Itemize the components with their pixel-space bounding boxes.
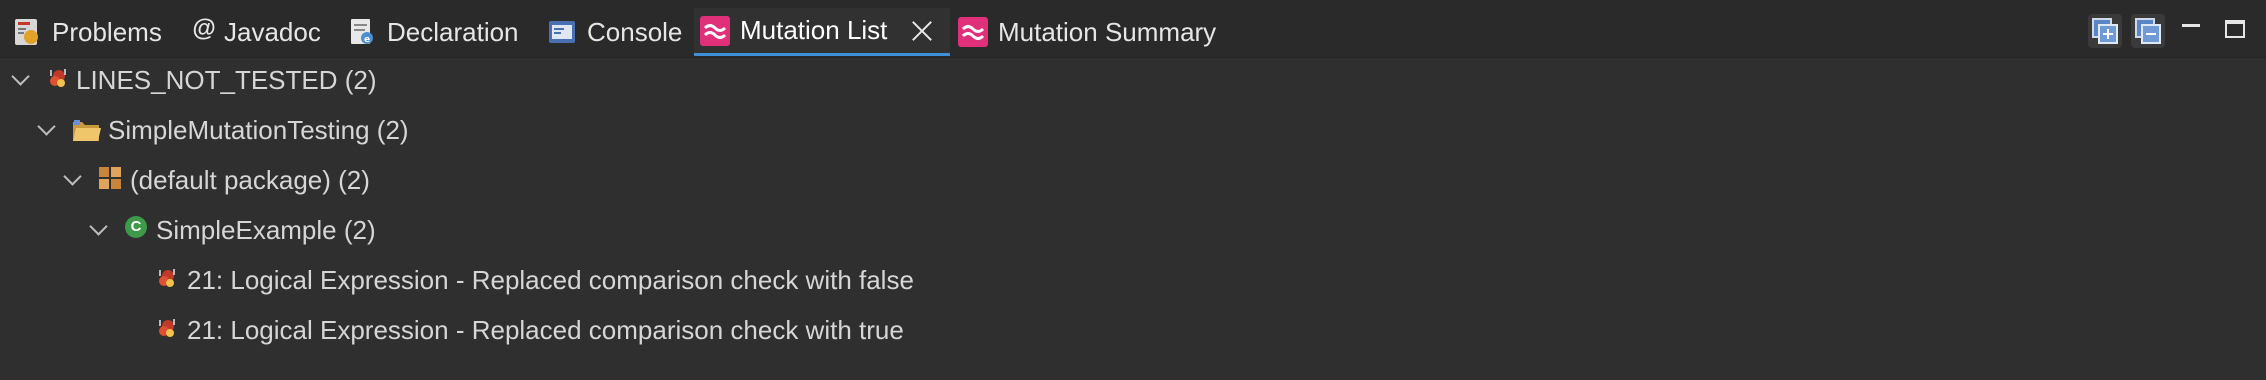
collapse-all-icon [2135, 18, 2161, 44]
mutation-icon [958, 17, 988, 47]
mutation-view-panel: Problems @ Javadoc e Declaration Console… [0, 0, 2266, 380]
expand-all-icon [2092, 18, 2118, 44]
minimize-button[interactable] [2176, 14, 2206, 44]
chevron-down-icon[interactable] [88, 219, 110, 241]
tab-problems[interactable]: Problems [12, 8, 162, 56]
tree-label: (default package) (2) [130, 164, 370, 195]
collapse-all-button[interactable] [2131, 14, 2165, 48]
tab-declaration[interactable]: e Declaration [347, 8, 519, 56]
tree-label: 21: Logical Expression - Replaced compar… [187, 314, 904, 345]
tab-mutation-list[interactable]: Mutation List [694, 8, 950, 56]
declaration-icon: e [347, 17, 377, 47]
tab-label: Javadoc [224, 16, 321, 47]
mutant-icon [46, 66, 70, 94]
minimize-icon [2182, 24, 2200, 27]
tree-node-package[interactable]: (default package) (2) [62, 160, 370, 200]
tree-label: SimpleExample (2) [156, 214, 376, 245]
maximize-icon [2225, 20, 2245, 38]
tab-javadoc[interactable]: @ Javadoc [190, 8, 321, 56]
chevron-down-icon[interactable] [62, 169, 84, 191]
tab-label: Mutation Summary [998, 16, 1217, 47]
expand-all-button[interactable] [2088, 14, 2122, 48]
javadoc-symbol: @ [192, 15, 216, 42]
mutation-icon [700, 15, 730, 46]
tree-node-category[interactable]: LINES_NOT_TESTED (2) [10, 60, 377, 100]
view-tab-bar: Problems @ Javadoc e Declaration Console… [0, 0, 2266, 58]
tab-mutation-summary[interactable]: Mutation Summary [958, 8, 1216, 56]
tree-node-mutation[interactable]: 21: Logical Expression - Replaced compar… [155, 310, 904, 350]
close-icon[interactable] [909, 18, 935, 44]
mutant-icon [155, 316, 181, 344]
tab-label: Declaration [387, 16, 519, 47]
javadoc-icon: @ [190, 15, 216, 47]
tree-node-project[interactable]: SimpleMutationTesting (2) [36, 110, 409, 150]
svg-text:e: e [364, 35, 370, 45]
tree-node-class[interactable]: C SimpleExample (2) [88, 210, 376, 250]
chevron-down-icon[interactable] [10, 69, 32, 91]
tree-node-mutation[interactable]: 21: Logical Expression - Replaced compar… [155, 260, 914, 300]
console-icon [547, 17, 577, 47]
project-folder-icon [72, 116, 102, 144]
tab-label: Console [587, 16, 683, 47]
class-icon: C [124, 216, 150, 244]
tree-label: LINES_NOT_TESTED (2) [76, 64, 377, 95]
maximize-button[interactable] [2220, 14, 2250, 44]
tab-console[interactable]: Console [547, 8, 682, 56]
class-badge: C [130, 218, 142, 235]
tab-label: Mutation List [740, 15, 888, 45]
tree-label: SimpleMutationTesting (2) [108, 114, 409, 145]
tree-label: 21: Logical Expression - Replaced compar… [187, 264, 914, 295]
problems-icon [12, 17, 42, 47]
package-icon [98, 166, 124, 194]
tab-label: Problems [52, 16, 162, 47]
chevron-down-icon[interactable] [36, 119, 58, 141]
mutant-icon [155, 266, 181, 294]
